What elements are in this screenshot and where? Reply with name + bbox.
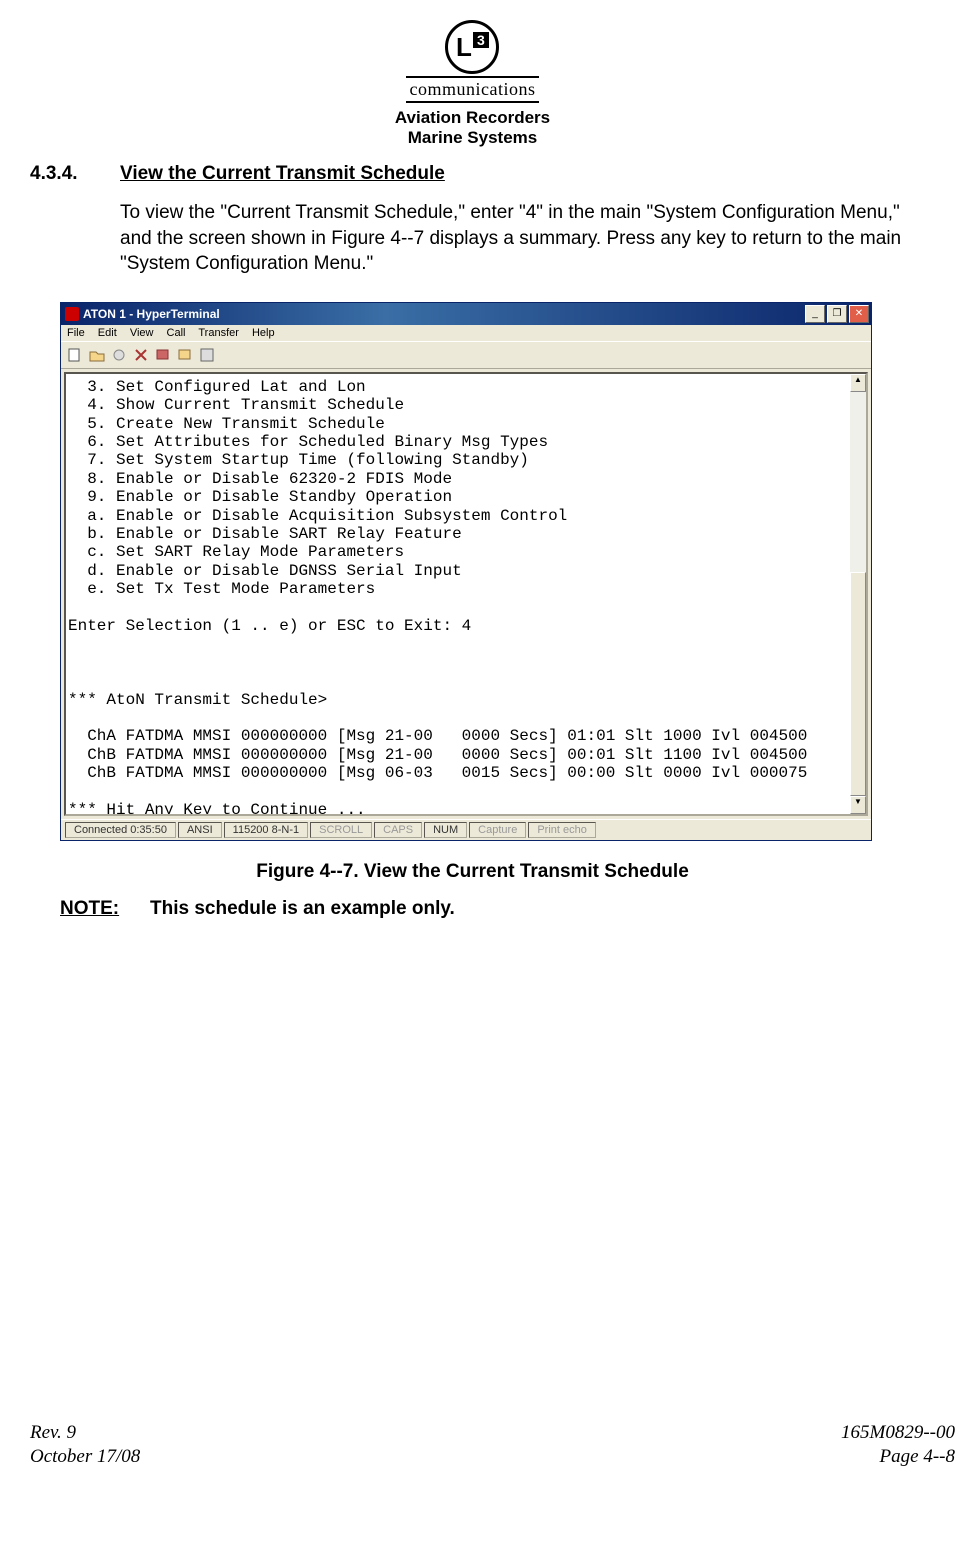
scroll-down-icon[interactable]: ▼ xyxy=(850,796,866,814)
app-icon xyxy=(65,307,79,321)
page-header: L3 communications Aviation Recorders Mar… xyxy=(30,20,915,148)
header-line-1: Aviation Recorders xyxy=(30,108,915,128)
disconnect-icon[interactable] xyxy=(133,347,149,363)
hyperterminal-window: ATON 1 - HyperTerminal _ ❐ ✕ File Edit V… xyxy=(60,302,872,841)
status-connected: Connected 0:35:50 xyxy=(65,822,176,838)
menu-edit[interactable]: Edit xyxy=(98,327,117,339)
page-footer: Rev. 9 October 17/08 165M0829--00 Page 4… xyxy=(30,1421,955,1470)
open-icon[interactable] xyxy=(89,347,105,363)
figure-caption: Figure 4--7. View the Current Transmit S… xyxy=(30,861,915,883)
status-encoding: ANSI xyxy=(178,822,222,838)
menu-view[interactable]: View xyxy=(130,327,154,339)
status-num: NUM xyxy=(424,822,467,838)
note-label: NOTE: xyxy=(60,898,150,920)
status-caps: CAPS xyxy=(374,822,422,838)
menu-help[interactable]: Help xyxy=(252,327,275,339)
close-button[interactable]: ✕ xyxy=(849,305,869,323)
terminal-area: 3. Set Configured Lat and Lon 4. Show Cu… xyxy=(64,372,868,816)
new-icon[interactable] xyxy=(67,347,83,363)
toolbar xyxy=(61,341,871,369)
window-titlebar: ATON 1 - HyperTerminal _ ❐ ✕ xyxy=(61,303,871,325)
status-capture: Capture xyxy=(469,822,526,838)
footer-date: October 17/08 xyxy=(30,1445,140,1470)
receive-icon[interactable] xyxy=(177,347,193,363)
company-logo: L3 communications xyxy=(406,20,540,103)
status-printecho: Print echo xyxy=(528,822,596,838)
section-heading: 4.3.4. View the Current Transmit Schedul… xyxy=(30,163,915,185)
maximize-button[interactable]: ❐ xyxy=(827,305,847,323)
footer-docnum: 165M0829--00 xyxy=(841,1421,955,1446)
status-scroll: SCROLL xyxy=(310,822,372,838)
minimize-button[interactable]: _ xyxy=(805,305,825,323)
properties-icon[interactable] xyxy=(199,347,215,363)
menu-file[interactable]: File xyxy=(67,327,85,339)
menu-call[interactable]: Call xyxy=(167,327,186,339)
statusbar: Connected 0:35:50 ANSI 115200 8-N-1 SCRO… xyxy=(61,819,871,840)
note-text: This schedule is an example only. xyxy=(150,898,455,920)
scroll-thumb[interactable] xyxy=(850,572,866,796)
body-paragraph: To view the "Current Transmit Schedule,"… xyxy=(120,200,915,277)
footer-rev: Rev. 9 xyxy=(30,1421,140,1446)
send-icon[interactable] xyxy=(155,347,171,363)
vertical-scrollbar[interactable]: ▲ ▼ xyxy=(850,374,866,814)
company-name: communications xyxy=(406,76,540,103)
menu-transfer[interactable]: Transfer xyxy=(198,327,239,339)
terminal-text: 3. Set Configured Lat and Lon 4. Show Cu… xyxy=(66,374,850,814)
note: NOTE: This schedule is an example only. xyxy=(60,898,915,920)
header-line-2: Marine Systems xyxy=(30,128,915,148)
footer-page: Page 4--8 xyxy=(841,1445,955,1470)
menubar: File Edit View Call Transfer Help xyxy=(61,325,871,341)
section-title: View the Current Transmit Schedule xyxy=(120,163,445,185)
logo-number: 3 xyxy=(473,32,489,48)
status-baud: 115200 8-N-1 xyxy=(224,822,308,838)
window-title: ATON 1 - HyperTerminal xyxy=(83,307,805,321)
call-icon[interactable] xyxy=(111,347,127,363)
scroll-up-icon[interactable]: ▲ xyxy=(850,374,866,392)
logo-letter: L xyxy=(456,32,472,63)
section-number: 4.3.4. xyxy=(30,163,120,185)
